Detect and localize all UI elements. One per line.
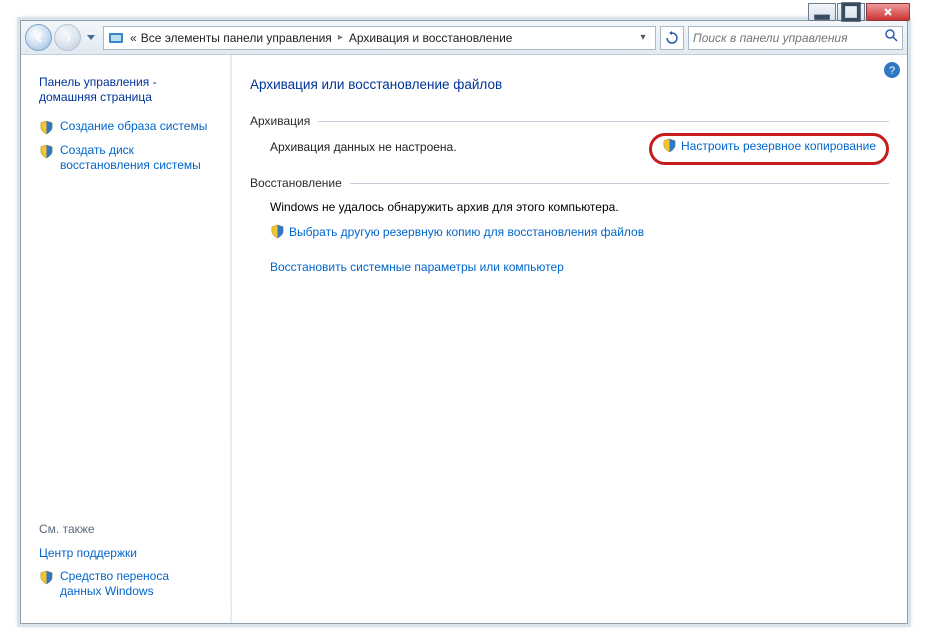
minimize-button[interactable] — [808, 3, 836, 21]
control-panel-icon — [108, 30, 124, 46]
see-also-heading: См. также — [33, 518, 219, 542]
link-label: Выбрать другую резервную копию для восст… — [289, 225, 644, 239]
breadcrumb-prefix: « — [128, 27, 139, 49]
shield-icon — [39, 144, 54, 159]
link-label: Настроить резервное копирование — [681, 139, 876, 153]
main-content: ? Архивация или восстановление файлов Ар… — [231, 55, 907, 623]
sidebar: Панель управления - домашняя страница Со… — [21, 55, 231, 623]
close-button[interactable] — [866, 3, 910, 21]
sidebar-link-action-center[interactable]: Центр поддержки — [33, 542, 219, 565]
page-title: Архивация или восстановление файлов — [250, 77, 889, 92]
breadcrumb-seg-2[interactable]: Архивация и восстановление — [347, 27, 515, 49]
chevron-right-icon[interactable]: ▸ — [334, 32, 347, 43]
forward-button[interactable] — [54, 24, 81, 51]
setup-backup-link[interactable]: Настроить резервное копирование — [662, 138, 876, 153]
sidebar-link-create-image[interactable]: Создание образа системы — [33, 115, 219, 139]
backup-status-text: Архивация данных не настроена. — [270, 140, 457, 154]
svg-text:?: ? — [889, 65, 895, 77]
shield-icon — [39, 120, 54, 135]
back-button[interactable] — [25, 24, 52, 51]
sidebar-link-label: Центр поддержки — [39, 546, 137, 561]
restore-status-text: Windows не удалось обнаружить архив для … — [270, 198, 889, 220]
divider — [318, 121, 889, 122]
nav-history-dropdown[interactable] — [83, 35, 99, 41]
shield-icon — [662, 138, 677, 153]
maximize-button[interactable] — [837, 3, 865, 21]
breadcrumb-seg-1[interactable]: Все элементы панели управления — [139, 27, 334, 49]
divider — [350, 183, 889, 184]
select-other-backup-link[interactable]: Выбрать другую резервную копию для восст… — [270, 224, 644, 239]
help-icon[interactable]: ? — [883, 61, 901, 79]
shield-icon — [39, 570, 54, 585]
shield-icon — [270, 224, 285, 239]
sidebar-link-easy-transfer[interactable]: Средство переноса данных Windows — [33, 565, 219, 603]
sidebar-link-label: Создание образа системы — [60, 119, 207, 134]
setup-backup-highlight: Настроить резервное копирование — [649, 133, 889, 165]
sidebar-link-label: Создать диск восстановления системы — [60, 143, 213, 173]
section-backup-heading: Архивация — [250, 114, 310, 128]
section-restore-heading: Восстановление — [250, 176, 342, 190]
control-panel-home-link[interactable]: Панель управления - домашняя страница — [33, 71, 219, 115]
sidebar-link-label: Средство переноса данных Windows — [60, 569, 213, 599]
breadcrumb[interactable]: « Все элементы панели управления ▸ Архив… — [103, 26, 656, 50]
sidebar-link-create-recovery-disc[interactable]: Создать диск восстановления системы — [33, 139, 219, 177]
refresh-button[interactable] — [660, 26, 684, 50]
system-restore-link[interactable]: Восстановить системные параметры или ком… — [270, 260, 564, 274]
breadcrumb-dropdown[interactable]: ▾ — [635, 32, 651, 43]
